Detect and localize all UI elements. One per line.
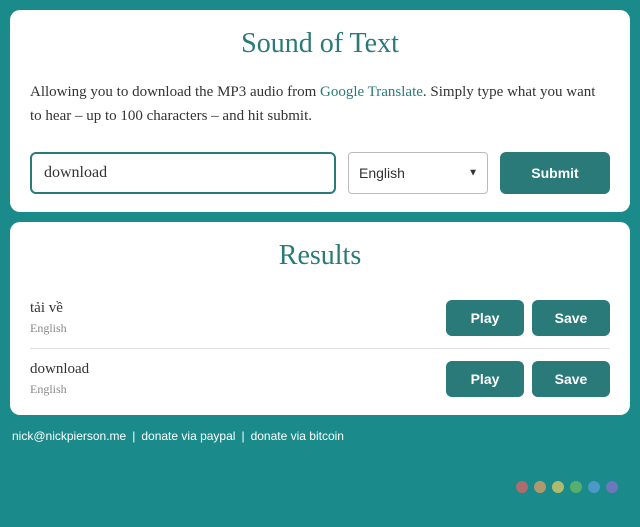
result-row: download English Play Save bbox=[30, 349, 610, 397]
dot-icon bbox=[552, 481, 564, 493]
language-select-wrap: English ▼ bbox=[348, 152, 488, 194]
save-button[interactable]: Save bbox=[532, 300, 610, 336]
footer-email-link[interactable]: nick@nickpierson.me bbox=[12, 429, 126, 443]
page-title: Sound of Text bbox=[30, 28, 610, 60]
form-row: English ▼ Submit bbox=[30, 152, 610, 194]
dot-icon bbox=[570, 481, 582, 493]
dot-icon bbox=[588, 481, 600, 493]
results-title: Results bbox=[30, 240, 610, 272]
footer-bitcoin-link[interactable]: donate via bitcoin bbox=[251, 429, 344, 443]
result-language: English bbox=[30, 321, 67, 336]
result-info: tải về English bbox=[30, 300, 67, 336]
description-text: Allowing you to download the MP3 audio f… bbox=[30, 80, 610, 128]
input-card: Sound of Text Allowing you to download t… bbox=[10, 10, 630, 212]
footer-separator: | bbox=[132, 429, 135, 443]
dot-icon bbox=[516, 481, 528, 493]
result-text: download bbox=[30, 361, 89, 378]
footer-separator: | bbox=[241, 429, 244, 443]
text-input[interactable] bbox=[30, 152, 336, 194]
result-row: tải về English Play Save bbox=[30, 288, 610, 349]
play-button[interactable]: Play bbox=[446, 300, 524, 336]
watermark-dots bbox=[516, 481, 618, 493]
result-language: English bbox=[30, 382, 89, 397]
dot-icon bbox=[606, 481, 618, 493]
result-actions: Play Save bbox=[446, 361, 610, 397]
language-select[interactable]: English bbox=[348, 152, 488, 194]
submit-button[interactable]: Submit bbox=[500, 152, 610, 194]
save-button[interactable]: Save bbox=[532, 361, 610, 397]
desc-pre: Allowing you to download the MP3 audio f… bbox=[30, 84, 320, 100]
results-card: Results tải về English Play Save downloa… bbox=[10, 222, 630, 415]
result-actions: Play Save bbox=[446, 300, 610, 336]
play-button[interactable]: Play bbox=[446, 361, 524, 397]
result-info: download English bbox=[30, 361, 89, 397]
dot-icon bbox=[534, 481, 546, 493]
footer-paypal-link[interactable]: donate via paypal bbox=[141, 429, 235, 443]
result-text: tải về bbox=[30, 300, 67, 317]
footer: nick@nickpierson.me | donate via paypal … bbox=[10, 425, 630, 443]
google-translate-link[interactable]: Google Translate bbox=[320, 84, 423, 100]
